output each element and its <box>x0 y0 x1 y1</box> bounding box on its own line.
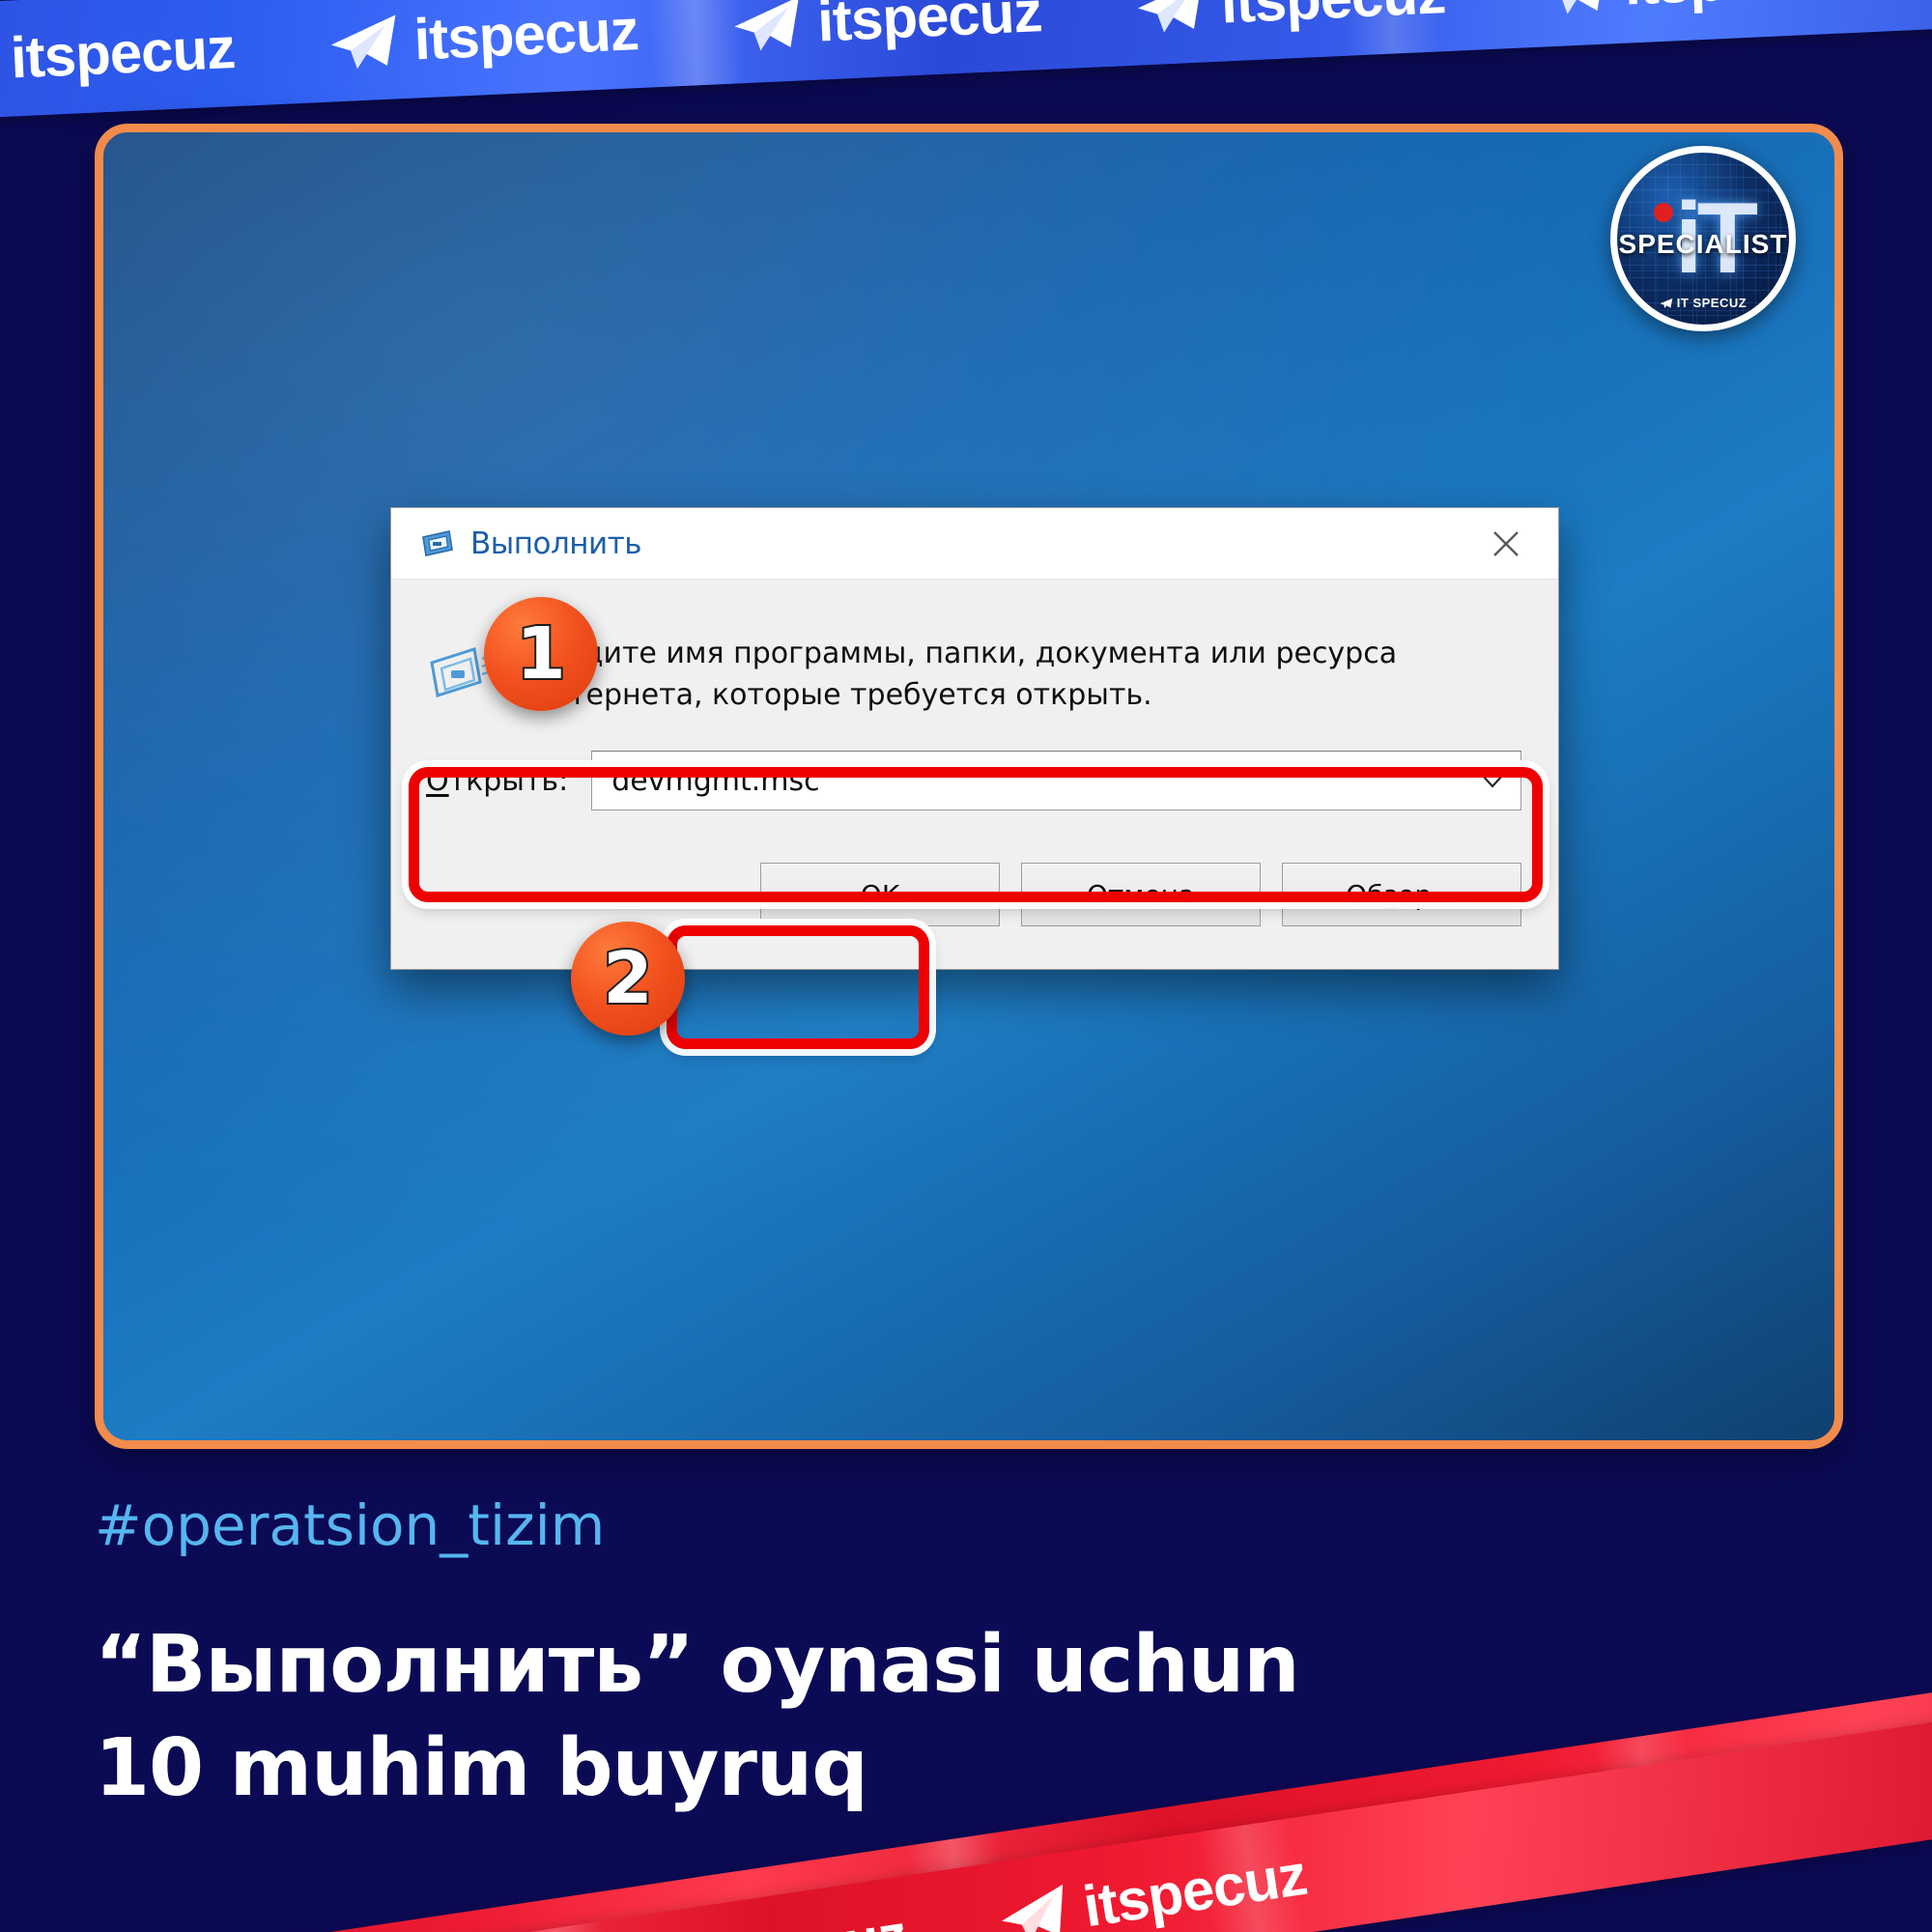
watermark-item: itspecuz <box>729 0 1043 55</box>
chevron-down-icon[interactable] <box>1478 771 1507 790</box>
headline: “Выполнить” oynasi uchun 10 muhim buyruq <box>95 1614 1737 1820</box>
close-button[interactable] <box>1471 519 1541 569</box>
close-icon <box>1493 530 1519 556</box>
watermark-item: itspecuz <box>0 15 237 92</box>
hashtag: #operatsion_tizim <box>95 1492 606 1558</box>
open-input-value: devmgmt.msc <box>611 763 820 798</box>
watermark-label: itspecuz <box>9 15 237 91</box>
watermark-label: itspecuz <box>1075 1812 1308 1911</box>
watermark-label: itspecuz <box>1219 0 1446 36</box>
watermark-label: itspecuz <box>676 1872 908 1932</box>
telegram-plane-icon <box>1541 0 1606 14</box>
ok-button[interactable]: OK <box>760 863 1000 927</box>
dialog-button-row: OK Отмена Об з ор... <box>391 838 1558 969</box>
open-input-combobox[interactable]: devmgmt.msc <box>591 751 1521 811</box>
cancel-button[interactable]: Отмена <box>1021 863 1261 927</box>
telegram-plane-icon <box>998 1855 1060 1914</box>
telegram-plane-icon <box>1138 0 1203 33</box>
caption-block: #operatsion_tizim “Выполнить” oynasi uch… <box>95 1492 1737 1820</box>
avatar: iT SPECIALIST IT SPECUZ <box>1610 146 1796 331</box>
step-badge-1: 1 <box>484 597 598 711</box>
watermark-ribbon-top: itspecuz itspecuz itspecuz itspecuz itsp… <box>0 0 1932 123</box>
watermark-label: itspecuz <box>680 1902 911 1932</box>
telegram-plane-icon <box>734 0 800 51</box>
watermark-label: itspecuz <box>1079 1841 1311 1932</box>
avatar-handle-label: IT SPECUZ <box>1676 296 1747 310</box>
watermark-label: itspecuz <box>815 0 1043 54</box>
watermark-item: itspecuz <box>591 1872 908 1932</box>
dialog-prompt-text: Введите имя программы, папки, документа … <box>528 637 1398 712</box>
telegram-plane-icon <box>330 14 396 70</box>
dialog-title: Выполнить <box>470 526 642 561</box>
dialog-titlebar: Выполнить <box>391 508 1558 580</box>
headline-line-2: 10 muhim buyruq <box>95 1721 868 1814</box>
headline-line-1: “Выполнить” oynasi uchun <box>95 1619 1300 1711</box>
avatar-overlay-text: SPECIALIST <box>1618 229 1788 259</box>
browse-button[interactable]: Об з ор... <box>1282 863 1521 927</box>
screenshot-panel: iT SPECIALIST IT SPECUZ Выполнить Введит… <box>95 124 1843 1449</box>
avatar-inner: iT SPECIALIST IT SPECUZ <box>1619 188 1787 309</box>
telegram-plane-icon <box>1002 1884 1064 1932</box>
watermark-label: itspecuz <box>1623 0 1850 17</box>
avatar-handle: IT SPECUZ <box>1660 297 1747 309</box>
avatar-dot-icon <box>1653 203 1673 222</box>
telegram-plane-icon <box>1660 298 1673 308</box>
watermark-label: itspecuz <box>412 0 640 72</box>
dialog-open-row: Открыть: devmgmt.msc <box>391 725 1558 838</box>
run-dialog: Выполнить Введите имя программы, папки, … <box>390 507 1559 1049</box>
watermark-item: itspecuz <box>990 1812 1308 1920</box>
watermark-item: itspecuz <box>1536 0 1850 18</box>
watermark-item: itspecuz <box>594 1902 911 1932</box>
watermark-item: itspecuz <box>1133 0 1446 37</box>
step-badge-2: 2 <box>571 922 685 1036</box>
telegram-plane-icon <box>599 1915 661 1932</box>
run-window-icon <box>422 529 453 556</box>
watermark-item: itspecuz <box>994 1841 1311 1932</box>
watermark-item: itspecuz <box>326 0 640 73</box>
open-field-label: Открыть: <box>426 763 569 798</box>
